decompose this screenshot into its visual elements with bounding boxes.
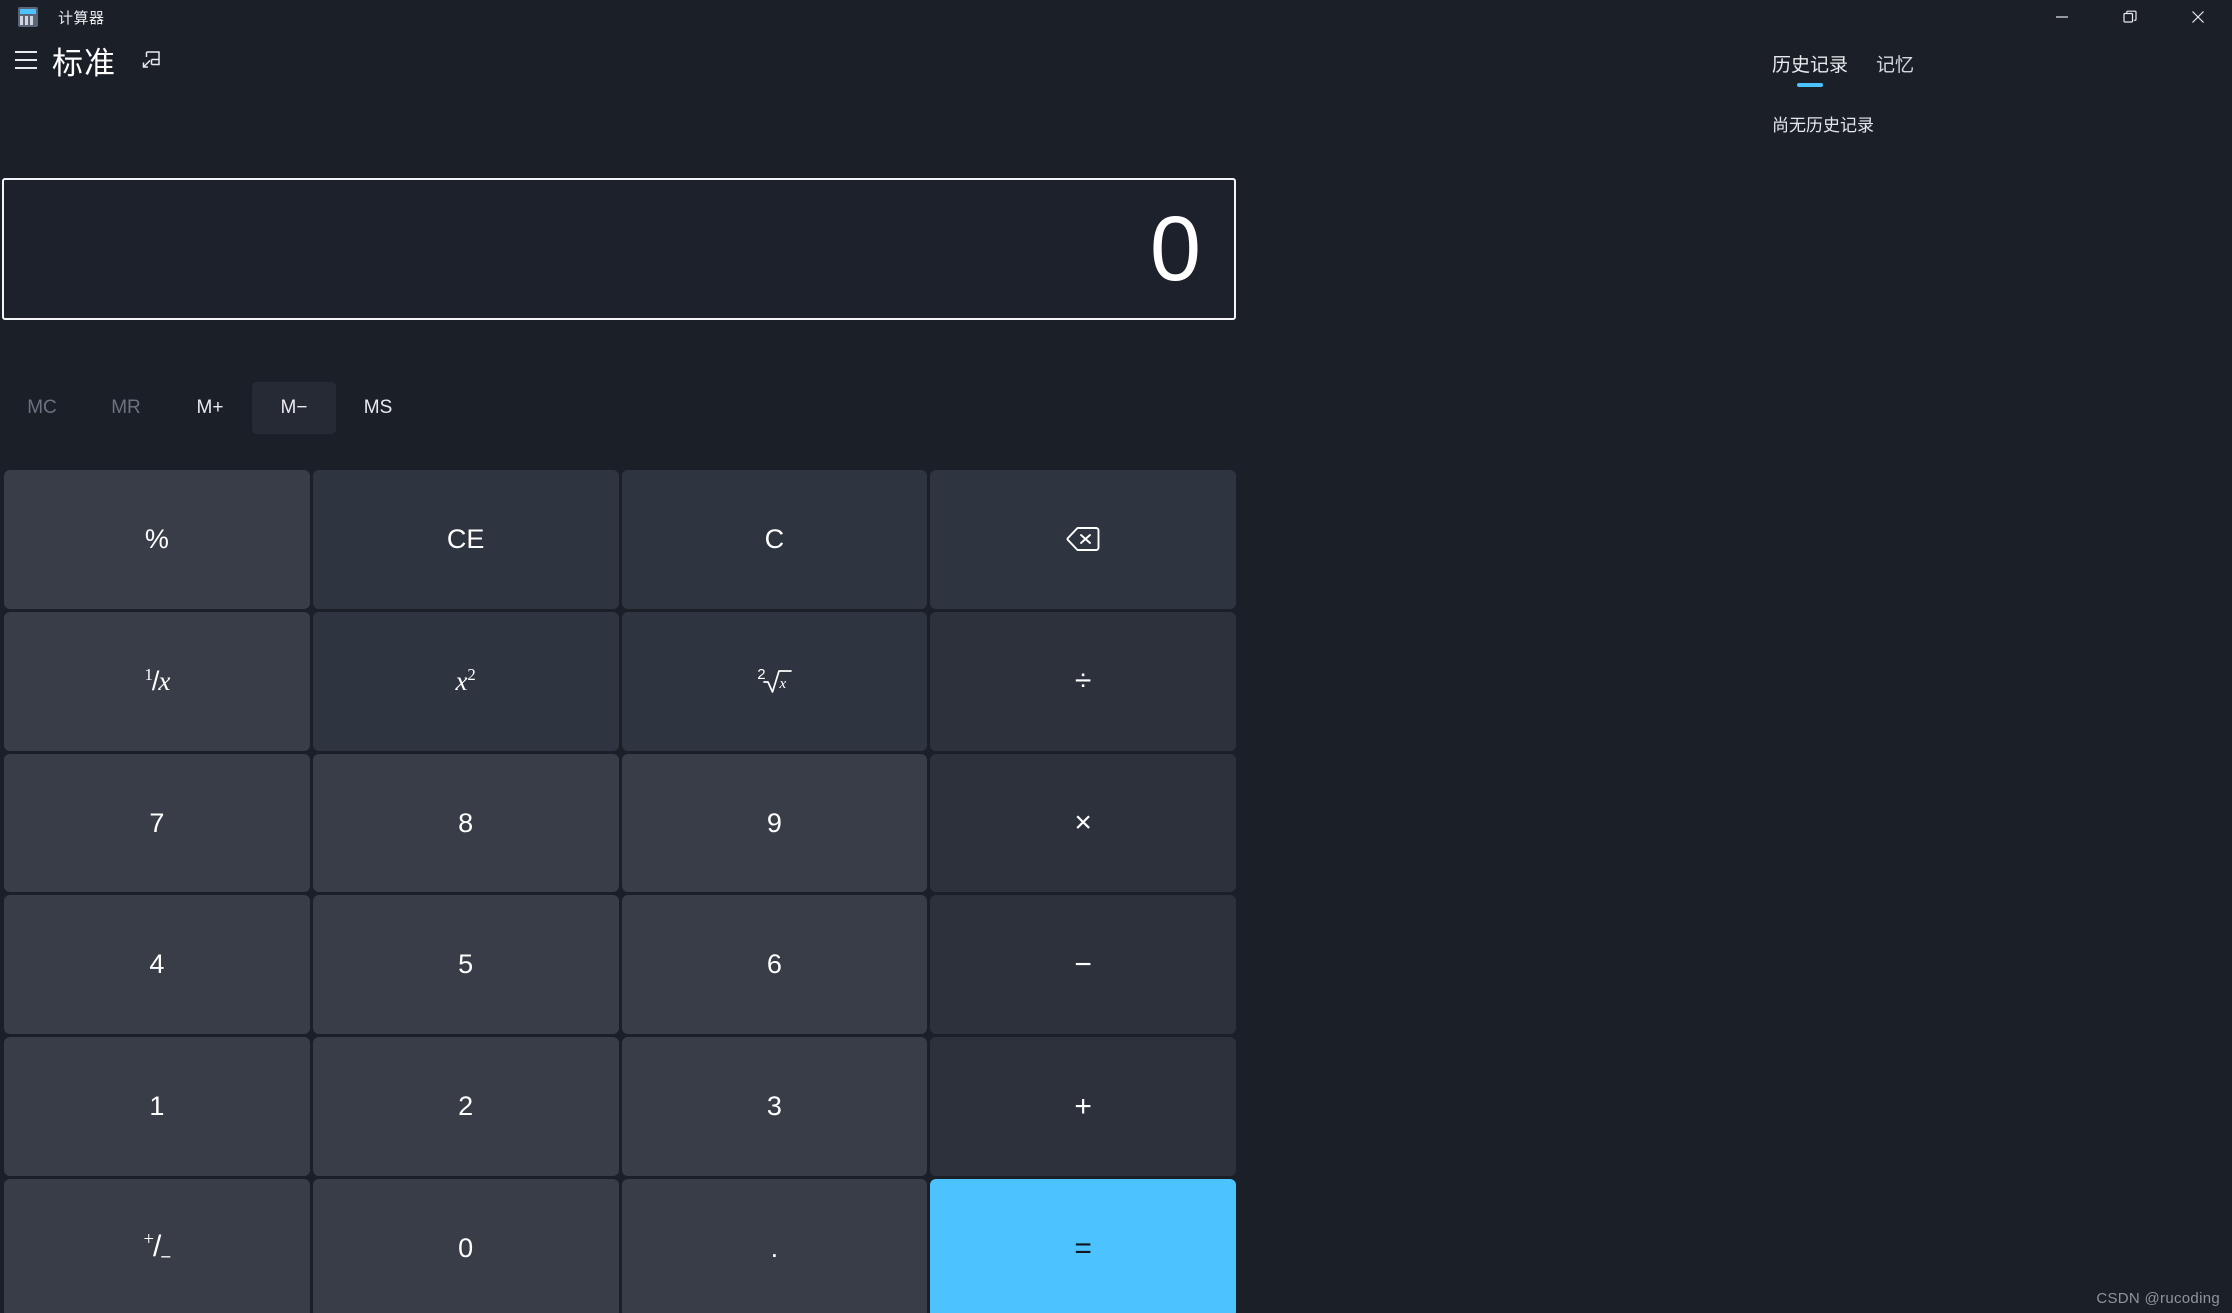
close-icon	[2192, 11, 2204, 23]
reciprocal-numerator: 1	[144, 665, 152, 685]
digit-6-label: 6	[766, 949, 782, 980]
digit-8-label: 8	[458, 807, 474, 838]
percent-label: %	[144, 523, 169, 554]
minimize-button[interactable]	[2028, 0, 2096, 34]
subtract-label: −	[1074, 947, 1092, 981]
calculator-icon	[18, 7, 38, 27]
digit-9-label: 9	[766, 807, 782, 838]
divide-label: ÷	[1074, 664, 1092, 698]
multiply-button[interactable]: ×	[930, 753, 1236, 893]
equals-button[interactable]: =	[930, 1179, 1236, 1313]
restore-button[interactable]	[2096, 0, 2164, 34]
digit-4-button[interactable]: 4	[4, 895, 310, 1035]
equals-label: =	[1074, 1231, 1092, 1265]
display-value: 0	[1149, 198, 1201, 300]
hamburger-menu-icon[interactable]	[0, 38, 52, 82]
clear-entry-button[interactable]: CE	[312, 470, 619, 609]
percent-button[interactable]: %	[4, 470, 310, 609]
hamburger-line	[15, 67, 37, 69]
digit-1-button[interactable]: 1	[4, 1037, 310, 1177]
history-empty-message: 尚无历史记录	[1772, 116, 1874, 135]
reciprocal-label: 1/x	[144, 665, 170, 697]
clear-label: C	[764, 523, 785, 554]
digit-0-button[interactable]: 0	[312, 1179, 619, 1313]
window-title: 计算器	[58, 9, 105, 27]
keep-on-top-icon[interactable]	[138, 47, 164, 73]
backspace-button[interactable]	[930, 470, 1236, 609]
memory-button-row: MC MR M+ M− MS	[0, 382, 1240, 434]
multiply-label: ×	[1074, 806, 1092, 840]
decimal-point-button[interactable]: .	[621, 1179, 928, 1313]
memory-recall-button[interactable]: MR	[84, 382, 168, 434]
digit-7-label: 7	[149, 807, 165, 838]
reciprocal-denominator: x	[158, 666, 170, 697]
display-area[interactable]: 0	[2, 178, 1236, 320]
minimize-icon	[2056, 16, 2068, 18]
tab-history[interactable]: 历史记录	[1758, 44, 1862, 89]
square-root-button[interactable]: 2 x	[621, 611, 928, 751]
digit-6-button[interactable]: 6	[621, 895, 928, 1035]
memory-add-button[interactable]: M+	[168, 382, 252, 434]
memory-clear-button[interactable]: MC	[0, 382, 84, 434]
reciprocal-button[interactable]: 1/x	[4, 611, 310, 751]
keep-on-top-glyph	[142, 51, 160, 68]
memory-subtract-button[interactable]: M−	[252, 382, 336, 434]
digit-0-label: 0	[458, 1233, 474, 1264]
svg-text:x: x	[778, 676, 786, 692]
radical-glyph: x	[762, 666, 792, 696]
clear-button[interactable]: C	[621, 470, 928, 609]
digit-3-label: 3	[766, 1091, 782, 1122]
decimal-point-label: .	[770, 1233, 779, 1264]
window-controls	[2028, 0, 2232, 34]
digit-1-label: 1	[149, 1091, 165, 1122]
square-base: x	[455, 666, 468, 697]
title-bar: 计算器	[0, 0, 2232, 34]
memory-store-button[interactable]: MS	[336, 382, 420, 434]
restore-icon	[2123, 10, 2137, 23]
digit-3-button[interactable]: 3	[621, 1037, 928, 1177]
close-button[interactable]	[2164, 0, 2232, 34]
subtract-button[interactable]: −	[930, 895, 1236, 1035]
sign-plus: +	[143, 1229, 154, 1251]
backspace-icon	[1066, 527, 1100, 552]
add-label: +	[1074, 1089, 1092, 1123]
tab-memory[interactable]: 记忆	[1862, 44, 1928, 89]
digit-2-button[interactable]: 2	[312, 1037, 619, 1177]
keypad-grid: % CE C 1/x x2 2 x ÷ 7 8 9 × 4 5 6 − 1 2 …	[0, 470, 1240, 1313]
digit-2-label: 2	[458, 1091, 474, 1122]
square-label: x2	[455, 665, 475, 697]
divide-button[interactable]: ÷	[930, 611, 1236, 751]
digit-7-button[interactable]: 7	[4, 753, 310, 893]
clear-entry-label: CE	[446, 523, 485, 554]
calculator-window: 计算器 标准 0 MC MR M+ M− MS % CE C 1/x x2 2 …	[0, 0, 2232, 1313]
square-root-label: 2 x	[757, 666, 792, 696]
digit-5-button[interactable]: 5	[312, 895, 619, 1035]
history-memory-panel: 历史记录 记忆 尚无历史记录	[1740, 34, 2232, 1313]
digit-4-label: 4	[149, 949, 165, 980]
digit-8-button[interactable]: 8	[312, 753, 619, 893]
sign-toggle-button[interactable]: +/−	[4, 1179, 310, 1313]
hamburger-line	[15, 59, 37, 61]
panel-tabs: 历史记录 记忆	[1740, 34, 2232, 89]
sign-toggle-label: +/−	[143, 1229, 172, 1268]
digit-5-label: 5	[458, 949, 474, 980]
digit-9-button[interactable]: 9	[621, 753, 928, 893]
square-button[interactable]: x2	[312, 611, 619, 751]
square-exponent: 2	[467, 665, 476, 685]
add-button[interactable]: +	[930, 1037, 1236, 1177]
radical-icon: x	[762, 670, 792, 694]
page-title: 标准	[52, 45, 116, 81]
sign-minus: −	[160, 1246, 171, 1268]
watermark: CSDN @rucoding	[2096, 1290, 2220, 1307]
hamburger-line	[15, 51, 37, 53]
mode-bar: 标准	[0, 38, 164, 82]
